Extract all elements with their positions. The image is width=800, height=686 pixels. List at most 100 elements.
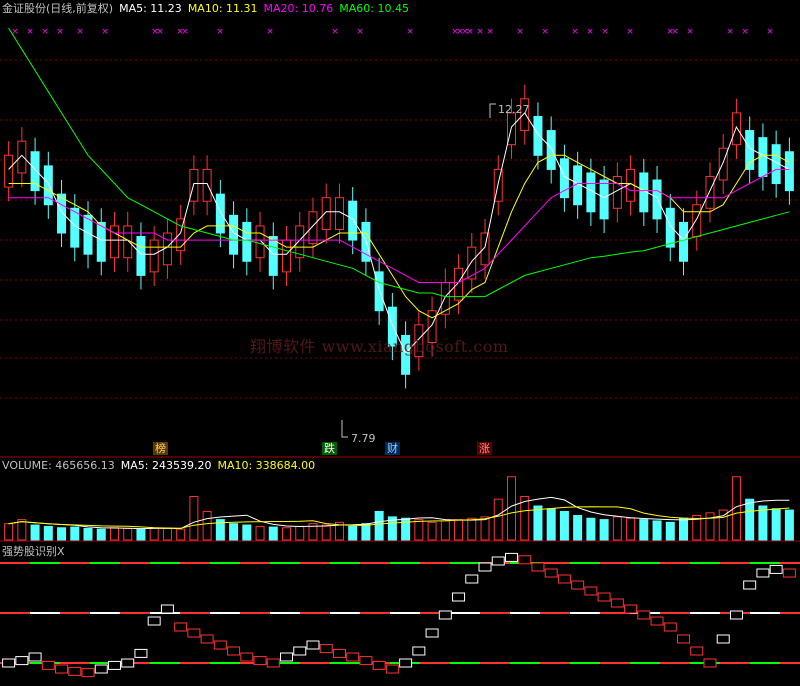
indicator-block [438, 610, 452, 620]
volume-bar [612, 516, 622, 541]
candle-body [282, 239, 292, 273]
indicator-title: 强势股识别X [2, 545, 65, 558]
volume-bar [573, 515, 583, 541]
top-marker: × [466, 27, 474, 37]
indicator-block [677, 634, 691, 644]
volume-bar [176, 528, 186, 541]
indicator-block [280, 652, 294, 662]
volume-bar [361, 523, 371, 541]
indicator-block [306, 640, 320, 650]
ma10-readout: MA10: 11.31 [187, 2, 258, 15]
event-tag-zhang[interactable]: 涨 [477, 442, 492, 455]
indicator-block [729, 610, 743, 620]
indicator-block [465, 574, 479, 584]
candle-body [242, 221, 252, 262]
indicator-block [94, 664, 108, 674]
indicator-block [425, 628, 439, 638]
top-marker: × [56, 27, 64, 37]
candle-body [17, 140, 27, 174]
volume-bar [639, 519, 649, 541]
candle-body [348, 200, 358, 241]
candle-body [136, 236, 146, 276]
volume-bar [454, 519, 464, 541]
indicator-block [518, 555, 532, 565]
indicator-block [174, 622, 188, 632]
indicator-block [372, 660, 386, 670]
volume-bar [162, 527, 172, 541]
indicator-block [15, 656, 29, 666]
volume-bar [599, 519, 609, 541]
candle-body [321, 197, 331, 230]
volume-bar [533, 505, 543, 541]
volume-bar [4, 523, 14, 541]
indicator-block [412, 646, 426, 656]
vol-ma10-readout: MA10: 338684.00 [217, 459, 316, 472]
candle-body [308, 211, 318, 245]
candle-body [109, 225, 119, 259]
volume-bar [30, 524, 40, 541]
top-marker: × [541, 27, 549, 37]
indicator-block [227, 646, 241, 656]
volume-bar [546, 508, 556, 541]
top-marker: × [41, 27, 49, 37]
volume-bar [480, 516, 490, 541]
indicator-block [624, 604, 638, 614]
indicator-block [478, 562, 492, 572]
candle-body [149, 239, 159, 273]
top-marker: × [266, 27, 274, 37]
volume-bar [493, 498, 503, 541]
volume-bar [136, 528, 146, 541]
indicator-block [55, 664, 69, 674]
volume-header: VOLUME: 465656.13 MA5: 243539.20 MA10: 338… [2, 459, 321, 472]
indicator-block [637, 610, 651, 620]
volume-bar [771, 508, 781, 541]
top-marker: × [11, 27, 19, 37]
indicator-block [650, 616, 664, 626]
volume-bar [758, 505, 768, 541]
indicator-block [531, 562, 545, 572]
volume-bar [665, 521, 675, 541]
indicator-block [81, 668, 95, 678]
volume-bar [705, 512, 715, 541]
indicator-block [597, 592, 611, 602]
candle-body [599, 179, 609, 220]
indicator-block [319, 644, 333, 654]
volume-bar [626, 517, 636, 541]
volume-bar [17, 519, 27, 541]
volume-bar [321, 524, 331, 541]
indicator-block [134, 648, 148, 658]
volume-bar [242, 524, 252, 541]
indicator-block [491, 556, 505, 566]
candle-body [718, 147, 728, 181]
volume-bar [427, 521, 437, 541]
indicator-block [663, 622, 677, 632]
top-marker: × [726, 27, 734, 37]
event-tag-die[interactable]: 跌 [322, 442, 337, 455]
indicator-block [544, 568, 558, 578]
volume-bar [255, 525, 265, 541]
candle-body [692, 204, 702, 238]
indicator-block [293, 646, 307, 656]
indicator-block [399, 658, 413, 668]
volume-bar [652, 520, 662, 541]
top-marker: × [76, 27, 84, 37]
candle-body [665, 207, 675, 248]
volume-bar [401, 517, 411, 541]
indicator-block [240, 652, 254, 662]
volume-bar [123, 527, 133, 541]
candle-body [480, 232, 490, 266]
indicator-block [332, 648, 346, 658]
candle-body [96, 221, 106, 262]
low-pointer [341, 420, 348, 438]
event-tag-cai[interactable]: 财 [385, 442, 400, 455]
kline-chart-window[interactable]: × × × × × × × × × × × × × × × × × × × × × × × × × × × × × × × × × 金证股份(日… [0, 0, 800, 682]
volume-bar [229, 523, 239, 541]
top-marker: × [356, 27, 364, 37]
top-marker: × [516, 27, 524, 37]
indicator-block [557, 574, 571, 584]
top-marker: × [766, 27, 774, 37]
indicator-block [41, 660, 55, 670]
low-price-label: 7.79 [351, 432, 376, 445]
event-tag-bang[interactable]: 榜 [153, 442, 168, 455]
indicator-block [266, 658, 280, 668]
